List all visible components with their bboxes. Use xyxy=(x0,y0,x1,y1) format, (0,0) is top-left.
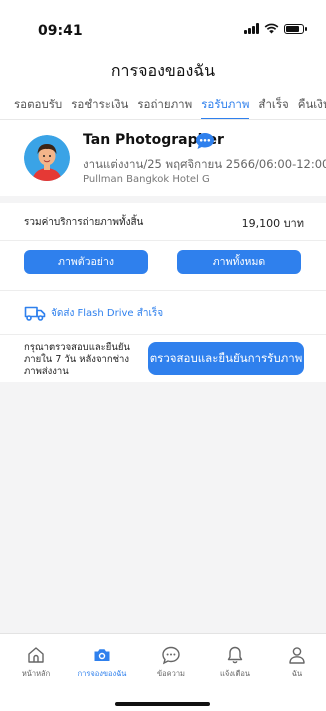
chat-icon xyxy=(162,646,180,665)
confirm-instruction: กรุณาตรวจสอบและยืนยัน ภายใน 7 วัน หลังจา… xyxy=(24,342,130,377)
photo-actions: ภาพตัวอย่าง ภาพทั้งหมด xyxy=(0,240,326,290)
home-icon xyxy=(28,647,44,663)
wifi-icon xyxy=(264,23,279,34)
nav-label-my-bookings: การจองของฉัน xyxy=(77,669,127,678)
nav-item-messages[interactable]: ข้อความ xyxy=(139,645,203,680)
profile-icon xyxy=(289,647,305,664)
page-title: การจองของฉัน xyxy=(110,61,216,80)
sample-photos-button[interactable]: ภาพตัวอย่าง xyxy=(24,250,148,274)
confirm-receipt-button[interactable]: ตรวจสอบและยืนยันการรับภาพ xyxy=(148,342,304,375)
total-amount: 19,100 บาท xyxy=(241,217,304,230)
nav-label-profile: ฉัน xyxy=(291,669,303,678)
status-bar: 09:41 xyxy=(0,0,326,52)
camera-icon xyxy=(94,649,110,661)
home-indicator xyxy=(115,702,210,706)
delivery-status-text: จัดส่ง Flash Drive สำเร็จ xyxy=(51,308,164,319)
nav-item-notifications[interactable]: แจ้งเตือน xyxy=(203,645,267,680)
section-divider xyxy=(0,196,326,203)
photographer-avatar[interactable] xyxy=(24,135,70,181)
booking-location: Pullman Bangkok Hotel G xyxy=(83,174,210,185)
total-label: รวมค่าบริการถ่ายภาพทั้งสิ้น xyxy=(24,217,144,228)
booking-card[interactable]: Tan Photographer งานแต่งงาน/25 พฤศจิกายน… xyxy=(0,120,326,196)
delivery-status: จัดส่ง Flash Drive สำเร็จ xyxy=(0,290,326,334)
page-header: การจองของฉัน xyxy=(0,52,326,90)
truck-icon xyxy=(24,306,46,321)
confirm-section: กรุณาตรวจสอบและยืนยัน ภายใน 7 วัน หลังจา… xyxy=(0,334,326,382)
status-icons xyxy=(244,23,307,34)
nav-label-home: หน้าหลัก xyxy=(21,669,51,678)
signal-icon xyxy=(244,23,259,34)
tab-awaiting-acceptance[interactable]: รอตอบรับ xyxy=(14,90,62,119)
tab-awaiting-shoot[interactable]: รอถ่ายภาพ xyxy=(137,90,192,119)
all-photos-button[interactable]: ภาพทั้งหมด xyxy=(177,250,301,274)
booking-info: งานแต่งงาน/25 พฤศจิกายน 2566/06:00-12:00… xyxy=(83,157,326,171)
bell-icon xyxy=(227,646,243,664)
tab-refund[interactable]: คืนเงิน xyxy=(298,90,326,119)
nav-item-my-bookings[interactable]: การจองของฉัน xyxy=(70,645,134,680)
battery-icon xyxy=(284,24,307,34)
nav-label-notifications: แจ้งเตือน xyxy=(220,669,250,678)
nav-item-home[interactable]: หน้าหลัก xyxy=(4,645,68,680)
tab-awaiting-payment[interactable]: รอชำระเงิน xyxy=(71,90,128,119)
total-row: รวมค่าบริการถ่ายภาพทั้งสิ้น 19,100 บาท xyxy=(0,203,326,240)
chat-bubble-icon[interactable] xyxy=(195,132,215,150)
nav-label-messages: ข้อความ xyxy=(156,669,185,678)
bottom-navigation: หน้าหลัก การจองของฉัน ข้อความ แจ้งเตือน … xyxy=(0,633,326,711)
app-screen: 09:41 การจองของฉัน รอตอบรับ รอชำระเงิน ร… xyxy=(0,0,326,711)
status-time: 09:41 xyxy=(38,23,83,39)
nav-item-profile[interactable]: ฉัน xyxy=(265,645,326,680)
tab-awaiting-photos[interactable]: รอรับภาพ xyxy=(201,90,250,119)
tab-completed[interactable]: สำเร็จ xyxy=(258,90,288,119)
booking-status-tabs: รอตอบรับ รอชำระเงิน รอถ่ายภาพ รอรับภาพ ส… xyxy=(0,90,326,120)
